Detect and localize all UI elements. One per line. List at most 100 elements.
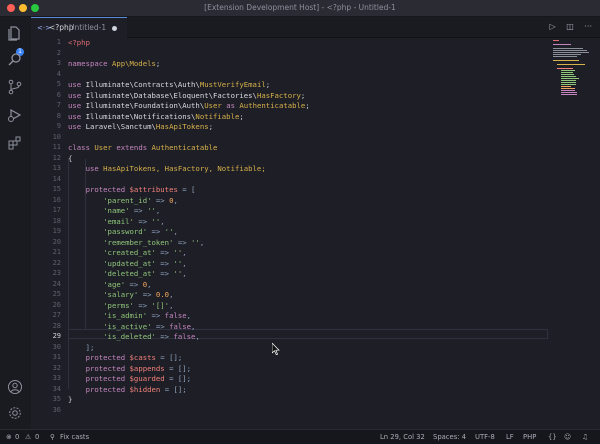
attribute-line: 'name' => '', (103, 206, 161, 215)
code-line-1: <?php (68, 38, 90, 47)
line-number: 31 (52, 353, 61, 361)
notifications-bell-icon[interactable]: ♫ (582, 430, 588, 444)
line-number: 26 (52, 300, 61, 309)
line-number: 13 (52, 164, 61, 172)
braces-icon[interactable]: {} (548, 430, 557, 444)
attribute-line: 'parent_id' => 0, (103, 195, 178, 205)
line-number: 19 (52, 227, 61, 235)
attribute-line: 'is_active' => false, (103, 321, 196, 331)
warning-count[interactable]: 0 (35, 430, 39, 444)
line-number: 25 (52, 290, 61, 298)
more-actions-icon[interactable]: ··· (584, 22, 592, 31)
line-number: 34 (52, 384, 61, 393)
attribute-line: 'perms' => '[]', (103, 300, 174, 310)
code-line-8: use Illuminate\Notifications\Notifiable; (68, 111, 244, 121)
line-number: 23 (52, 269, 61, 277)
feedback-icon[interactable]: ☺ (564, 430, 571, 444)
account-icon[interactable] (7, 379, 23, 395)
line-number: 5 (56, 80, 61, 88)
line-number: 22 (52, 258, 61, 267)
attribute-line: 'remember_token' => '', (103, 237, 205, 247)
line-number: 9 (56, 122, 61, 130)
settings-gear-icon[interactable] (7, 405, 23, 421)
run-file-icon[interactable]: ▷ (550, 22, 556, 31)
line-number: 15 (52, 185, 61, 193)
line-number: 4 (56, 69, 61, 78)
activity-bar: 1 (0, 17, 32, 429)
code-line-5: use Illuminate\Contracts\Auth\MustVerify… (68, 80, 271, 89)
line-number: 8 (56, 111, 61, 120)
search-icon[interactable] (7, 51, 23, 67)
indentation[interactable]: Spaces: 4 (433, 430, 466, 444)
attribute-line: 'is_admin' => false, (103, 311, 192, 320)
line-number: 7 (56, 101, 61, 109)
attribute-line: 'updated_at' => '', (103, 258, 187, 268)
code-line-11: class User extends Authenticatable (68, 143, 218, 152)
minimap[interactable] (553, 38, 593, 98)
lightbulb-icon: ⚲ (50, 433, 55, 441)
line-number: 21 (52, 248, 61, 256)
code-line-31: protected $casts = []; (85, 353, 183, 362)
line-number: 30 (52, 342, 61, 351)
editor-tab-bar: <·> <?php Untitled-1 ▷ ◫ ··· (31, 17, 600, 38)
code-line-7: use Illuminate\Foundation\Auth\User as A… (68, 101, 310, 110)
line-number: 6 (56, 90, 61, 99)
line-number: 35 (52, 395, 61, 403)
line-number: 14 (52, 174, 61, 183)
attribute-line: 'age' => 0, (103, 279, 152, 289)
code-editor[interactable]: 1 2 3 4 5 6 7 8 9 10 11 12 13 14 15 16 17 18 19 20 21 22 23 24 2… (31, 38, 600, 429)
line-number: 36 (52, 405, 61, 414)
cursor-position[interactable]: Ln 29, Col 32 (380, 430, 425, 444)
code-line-36: } (68, 395, 73, 404)
encoding[interactable]: UTF-8 (475, 430, 495, 444)
attribute-line: 'salary' => 0.0, (103, 290, 174, 299)
line-number: 28 (52, 321, 61, 330)
code-line-30: ]; (85, 342, 95, 352)
line-number: 29 (52, 332, 61, 340)
line-number: 2 (56, 48, 61, 57)
explorer-icon[interactable] (7, 25, 23, 41)
status-bar: ⊗ 0 ⚠ 0 ⚲ Fix casts Ln 29, Col 32 Spaces… (0, 429, 600, 444)
attribute-line: 'created_at' => '', (103, 248, 187, 257)
warning-icon[interactable]: ⚠ (25, 430, 31, 444)
language-mode[interactable]: PHP (523, 430, 536, 444)
source-control-icon[interactable] (7, 79, 23, 95)
code-content[interactable]: <?php namespace App\Models; use Illumina… (68, 38, 310, 404)
line-number: 3 (56, 59, 61, 67)
line-number: 1 (56, 38, 61, 46)
line-number: 20 (52, 237, 61, 246)
line-number: 10 (52, 132, 61, 141)
line-number: 32 (52, 363, 61, 372)
error-count[interactable]: 0 (15, 430, 19, 444)
editor-actions: ▷ ◫ ··· (550, 17, 592, 37)
line-number: 11 (52, 143, 61, 151)
unsaved-dot-icon[interactable] (112, 26, 117, 31)
line-number: 33 (52, 374, 61, 382)
code-line-9: use Laravel\Sanctum\HasApiTokens; (68, 122, 214, 131)
code-line-15: protected $attributes = [ (85, 185, 196, 194)
window-title: [Extension Development Host] - <?php - U… (204, 3, 396, 12)
end-of-line[interactable]: LF (506, 430, 514, 444)
line-number: 12 (52, 153, 61, 162)
code-line-3: namespace App\Models; (68, 59, 161, 68)
tab-untitled-1[interactable]: <·> <?php Untitled-1 (31, 17, 127, 38)
mouse-cursor-icon (272, 343, 280, 355)
extensions-icon[interactable] (7, 135, 23, 151)
fix-casts-action[interactable]: Fix casts (60, 430, 89, 444)
code-line-32: protected $appends = []; (85, 363, 192, 373)
attribute-line: 'deleted_at' => '', (103, 269, 187, 278)
line-number: 18 (52, 216, 61, 225)
run-debug-icon[interactable] (7, 107, 23, 123)
tab-file-name: Untitled-1 (69, 23, 107, 32)
line-number: 24 (52, 279, 61, 288)
line-number: 16 (52, 195, 61, 204)
code-line-33: protected $guarded = []; (85, 374, 192, 383)
error-icon[interactable]: ⊗ (6, 430, 12, 444)
line-number: 17 (52, 206, 61, 214)
title-bar: [Extension Development Host] - <?php - U… (0, 0, 600, 17)
attribute-line: 'is_deleted' => false, (103, 332, 200, 341)
attribute-line: 'email' => '', (103, 216, 165, 226)
code-line-13: use HasApiTokens, HasFactory, Notifiable… (85, 164, 266, 173)
split-editor-icon[interactable]: ◫ (566, 22, 574, 31)
code-line-12: { (68, 153, 73, 163)
